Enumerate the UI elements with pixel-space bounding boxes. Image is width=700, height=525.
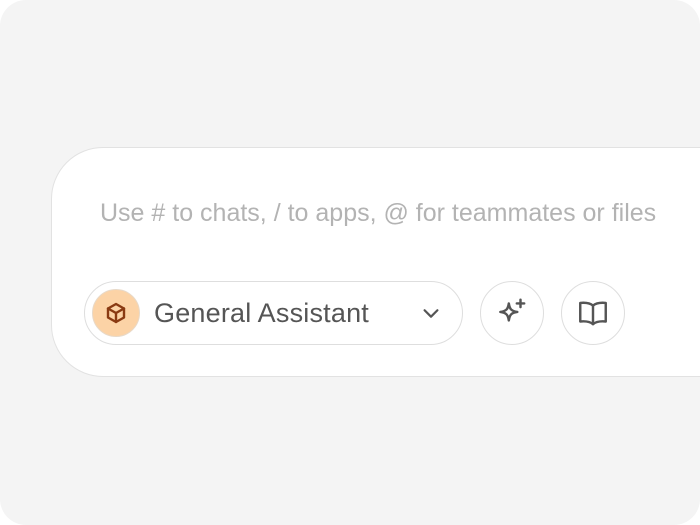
enhance-prompt-button[interactable] xyxy=(480,281,544,345)
chevron-down-icon xyxy=(420,302,442,324)
assistant-label: General Assistant xyxy=(154,297,370,328)
book-open-icon xyxy=(579,301,607,326)
assistant-avatar xyxy=(92,289,140,337)
cube-icon xyxy=(106,302,126,324)
chat-composer: General Assistant xyxy=(51,147,700,377)
sparkles-icon xyxy=(499,298,526,322)
composer-toolbar: General Assistant xyxy=(84,280,625,346)
app-background: General Assistant xyxy=(0,0,700,525)
knowledge-button[interactable] xyxy=(561,281,625,345)
message-input[interactable] xyxy=(100,194,700,232)
assistant-selector[interactable]: General Assistant xyxy=(84,281,463,345)
